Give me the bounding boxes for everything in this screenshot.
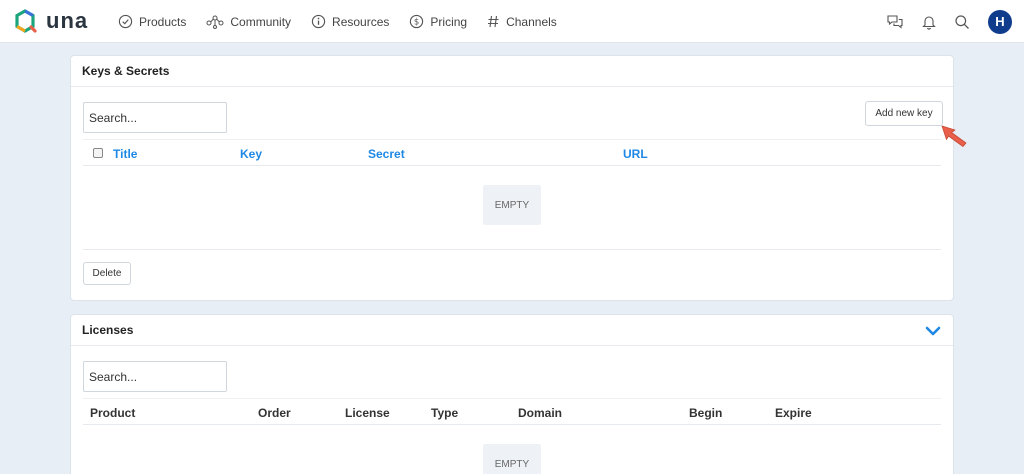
network-icon — [206, 15, 224, 29]
logo-mark-icon — [15, 9, 37, 33]
search-icon[interactable] — [954, 14, 970, 30]
licenses-search-input[interactable]: Search... — [83, 361, 227, 392]
add-new-key-button[interactable]: Add new key — [865, 101, 943, 126]
column-order: Order — [258, 406, 291, 420]
logo-text[interactable]: una — [46, 8, 88, 34]
licenses-table-header: Product Order License Type Domain Begin … — [83, 398, 941, 425]
dollar-circle-icon: $ — [410, 14, 424, 29]
column-expire: Expire — [775, 406, 812, 420]
empty-state-label: EMPTY — [483, 444, 541, 474]
top-navbar: una Products Community Resources $ Prici… — [0, 0, 1024, 43]
hash-icon — [488, 15, 499, 28]
keys-table-header: Title Key Secret URL — [83, 139, 941, 166]
chevron-down-icon[interactable] — [925, 325, 941, 337]
keys-secrets-panel: Keys & Secrets Search... Add new key Tit… — [70, 55, 954, 301]
messages-icon[interactable] — [886, 14, 904, 30]
column-url[interactable]: URL — [623, 147, 648, 161]
svg-text:$: $ — [414, 17, 419, 27]
nav-label: Channels — [506, 14, 557, 29]
panel-title-text: Licenses — [82, 323, 134, 337]
column-secret[interactable]: Secret — [368, 147, 405, 161]
keys-search-input[interactable]: Search... — [83, 102, 227, 133]
una-logo[interactable] — [12, 9, 38, 33]
delete-button[interactable]: Delete — [83, 262, 131, 285]
nav-label: Pricing — [430, 14, 468, 29]
column-domain: Domain — [518, 406, 563, 420]
main-nav: Products Community Resources $ Pricing C… — [118, 0, 577, 43]
nav-item-products[interactable]: Products — [118, 14, 186, 29]
nav-label: Community — [230, 14, 292, 29]
panel-title: Licenses — [71, 315, 953, 346]
column-license: License — [345, 406, 390, 420]
divider — [83, 249, 941, 250]
column-type: Type — [431, 406, 459, 420]
nav-item-resources[interactable]: Resources — [311, 14, 389, 29]
column-title[interactable]: Title — [113, 147, 137, 161]
bell-icon[interactable] — [921, 14, 937, 30]
topbar-actions: H — [869, 0, 1012, 43]
nav-item-pricing[interactable]: $ Pricing — [409, 14, 467, 29]
column-product: Product — [90, 406, 136, 420]
user-avatar[interactable]: H — [988, 9, 1012, 34]
nav-label: Resources — [332, 14, 390, 29]
nav-label: Products — [139, 14, 187, 29]
pointer-arrow-icon — [941, 125, 967, 147]
check-circle-icon — [118, 14, 133, 29]
nav-item-community[interactable]: Community — [206, 14, 291, 29]
panel-title: Keys & Secrets — [71, 56, 953, 87]
select-all-checkbox[interactable] — [93, 148, 103, 158]
empty-state-label: EMPTY — [483, 185, 541, 225]
nav-item-channels[interactable]: Channels — [487, 14, 557, 29]
column-begin: Begin — [689, 406, 723, 420]
licenses-panel: Licenses Search... Product Order License… — [70, 314, 954, 474]
column-key[interactable]: Key — [240, 147, 262, 161]
info-circle-icon — [311, 14, 326, 29]
